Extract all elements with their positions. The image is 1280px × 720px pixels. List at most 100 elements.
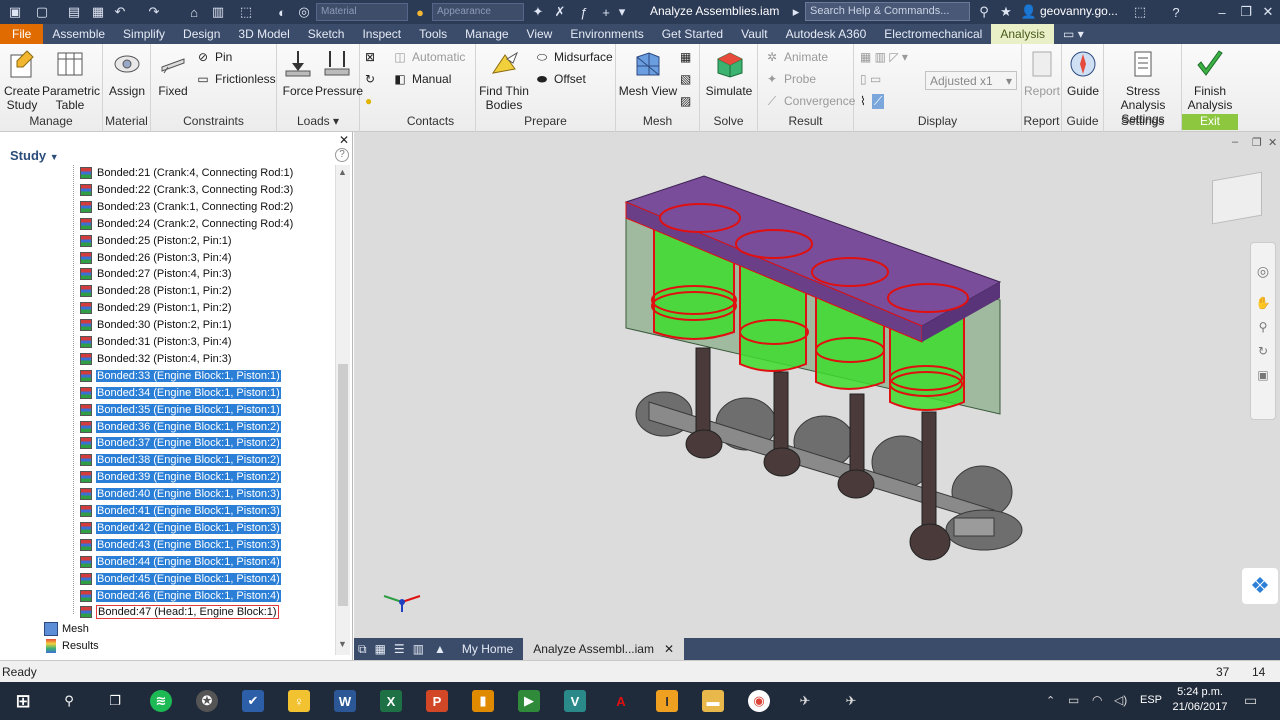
tile-rows-icon[interactable]: ☰: [390, 638, 409, 660]
app-icon-1[interactable]: ✪: [196, 690, 218, 712]
tile-columns-icon[interactable]: ▥: [409, 638, 428, 660]
tree-item-bonded[interactable]: Bonded:47 (Head:1, Engine Block:1): [80, 604, 279, 620]
probe-button[interactable]: ✦ Probe: [764, 70, 816, 88]
system-clock[interactable]: 5:24 p.m. 21/06/2017: [1168, 685, 1232, 715]
tree-item-mesh[interactable]: Mesh: [44, 621, 89, 637]
adjust-icon[interactable]: ✦: [530, 3, 546, 21]
cloud-app-icon[interactable]: ❖: [1242, 568, 1278, 604]
gravity-icon[interactable]: ●: [365, 92, 372, 110]
spotify-icon[interactable]: ≋: [150, 690, 172, 712]
battery-icon[interactable]: ▭: [1068, 693, 1079, 707]
search-input[interactable]: Search Help & Commands...: [805, 2, 970, 21]
create-study-button[interactable]: Create Study: [2, 48, 42, 112]
open-folder-icon[interactable]: ▤: [66, 3, 82, 21]
inventor-icon[interactable]: I: [656, 690, 678, 712]
tree-item-bonded[interactable]: Bonded:38 (Engine Block:1, Piston:2): [80, 452, 282, 468]
look-at-icon[interactable]: ▣: [1251, 368, 1275, 382]
tab-analyze-assemblies[interactable]: Analyze Assembl...iam ✕: [523, 638, 685, 660]
animate-button[interactable]: ✲ Animate: [764, 48, 828, 66]
display-tool-2-icon[interactable]: ▯ ▭: [860, 70, 881, 88]
tree-item-bonded[interactable]: Bonded:36 (Engine Block:1, Piston:2): [80, 419, 282, 435]
update-icon[interactable]: ▥: [210, 3, 226, 21]
tab-manage[interactable]: Manage: [456, 24, 517, 44]
input-language[interactable]: ESP: [1140, 694, 1162, 706]
fx-icon[interactable]: ƒ: [576, 3, 592, 21]
powerpoint-icon[interactable]: P: [426, 690, 448, 712]
offset-button[interactable]: ⬬ Offset: [534, 70, 586, 88]
tree-item-bonded[interactable]: Bonded:22 (Crank:3, Connecting Rod:3): [80, 182, 294, 198]
browser-close-icon[interactable]: ✕: [339, 133, 349, 147]
steering-wheel-icon[interactable]: ◎: [1251, 263, 1275, 280]
redo-icon[interactable]: ↷: [146, 3, 162, 21]
tree-item-bonded[interactable]: Bonded:41 (Engine Block:1, Piston:3): [80, 503, 282, 519]
tree-item-bonded[interactable]: Bonded:34 (Engine Block:1, Piston:1): [80, 385, 282, 401]
finish-analysis-button[interactable]: Finish Analysis: [1182, 48, 1238, 112]
select-icon[interactable]: ⬚: [238, 3, 254, 21]
engine-model[interactable]: [354, 132, 1280, 638]
color-wheel-icon[interactable]: ●: [412, 3, 428, 21]
body-load-icon[interactable]: ⊠: [365, 48, 375, 66]
tree-item-bonded[interactable]: Bonded:27 (Piston:4, Pin:3): [80, 266, 233, 282]
tree-item-bonded[interactable]: Bonded:46 (Engine Block:1, Piston:4): [80, 588, 282, 604]
adjusted-scale-select[interactable]: Adjusted x1 ▾: [925, 71, 1017, 90]
close-icon[interactable]: ✕: [1260, 3, 1276, 21]
acrobat-icon[interactable]: A: [610, 690, 632, 712]
mesh-settings-icon[interactable]: ▦: [680, 48, 691, 66]
tab-environments[interactable]: Environments: [561, 24, 652, 44]
app-icon-7[interactable]: ✈: [840, 690, 862, 712]
appearance-globe-icon[interactable]: ◎: [296, 3, 312, 21]
favorites-star-icon[interactable]: ★: [998, 3, 1014, 21]
simulate-button[interactable]: Simulate: [704, 48, 754, 98]
zoom-icon[interactable]: ⚲: [1251, 320, 1275, 334]
study-dropdown[interactable]: Study ▼: [10, 148, 59, 163]
tab-inspect[interactable]: Inspect: [353, 24, 410, 44]
guide-button[interactable]: Guide: [1064, 48, 1102, 98]
frictionless-button[interactable]: ▭ Frictionless: [195, 70, 275, 88]
app-icon-3[interactable]: ▮: [472, 690, 494, 712]
windows-start-icon[interactable]: ⊞: [12, 690, 34, 712]
plus-icon[interactable]: +: [598, 3, 614, 21]
tree-item-bonded[interactable]: Bonded:32 (Piston:4, Pin:3): [80, 351, 233, 367]
tree-item-bonded[interactable]: Bonded:35 (Engine Block:1, Piston:1): [80, 402, 282, 418]
local-mesh-icon[interactable]: ▧: [680, 70, 691, 88]
viewport-restore-icon[interactable]: ❐: [1252, 136, 1262, 149]
scroll-up-icon[interactable]: ▲: [338, 167, 347, 177]
restore-icon[interactable]: ❐: [1238, 3, 1254, 21]
parametric-table-button[interactable]: Parametric Table: [42, 48, 100, 112]
tree-item-bonded[interactable]: Bonded:21 (Crank:4, Connecting Rod:1): [80, 165, 294, 181]
tab-file[interactable]: File: [0, 24, 44, 44]
pin-button[interactable]: ⊘ Pin: [195, 48, 232, 66]
app-icon-6[interactable]: ✈: [794, 690, 816, 712]
search-expand-icon[interactable]: ▸: [790, 3, 802, 21]
tree-item-bonded[interactable]: Bonded:39 (Engine Block:1, Piston:2): [80, 469, 282, 485]
tree-item-bonded[interactable]: Bonded:33 (Engine Block:1, Piston:1): [80, 368, 282, 384]
user-icon[interactable]: 👤: [1021, 3, 1037, 21]
doc-list-icon[interactable]: ▲: [428, 638, 452, 660]
clear-icon[interactable]: ✗: [552, 3, 568, 21]
customize-dropdown-icon[interactable]: ▾: [616, 3, 628, 21]
viewport-close-icon[interactable]: ✕: [1268, 136, 1277, 149]
tab-autodesk-a360[interactable]: Autodesk A360: [777, 24, 876, 44]
task-view-icon[interactable]: ❐: [104, 690, 126, 712]
help-icon[interactable]: ?: [1168, 3, 1184, 21]
tab-assemble[interactable]: Assemble: [43, 24, 114, 44]
wifi-icon[interactable]: ◠: [1092, 693, 1102, 707]
tree-item-bonded[interactable]: Bonded:42 (Engine Block:1, Piston:3): [80, 520, 282, 536]
convergence-settings-icon[interactable]: ▨: [680, 92, 691, 110]
cart-icon[interactable]: ⬚: [1132, 3, 1148, 21]
display-tool-1-icon[interactable]: ▦ ▥ ◸ ▾: [860, 48, 908, 66]
tab-close-icon[interactable]: ✕: [664, 642, 674, 656]
app-icon-4[interactable]: ▶: [518, 690, 540, 712]
display-tool-4-icon[interactable]: ⟋: [871, 93, 885, 109]
tree-item-bonded[interactable]: Bonded:23 (Crank:1, Connecting Rod:2): [80, 199, 294, 215]
binoculars-icon[interactable]: ⚲: [976, 3, 992, 21]
tile-grid-icon[interactable]: ▦: [371, 638, 390, 660]
tab-sketch[interactable]: Sketch: [299, 24, 354, 44]
convergence-button[interactable]: ⟋ Convergence: [764, 92, 856, 110]
browser-help-icon[interactable]: ?: [335, 148, 349, 162]
tab-electromechanical[interactable]: Electromechanical: [875, 24, 991, 44]
save-icon[interactable]: ▦: [90, 3, 106, 21]
undo-icon[interactable]: ↶: [112, 3, 128, 21]
scroll-thumb[interactable]: [338, 364, 348, 606]
ribbon-options-icon[interactable]: ▭ ▾: [1054, 24, 1093, 44]
